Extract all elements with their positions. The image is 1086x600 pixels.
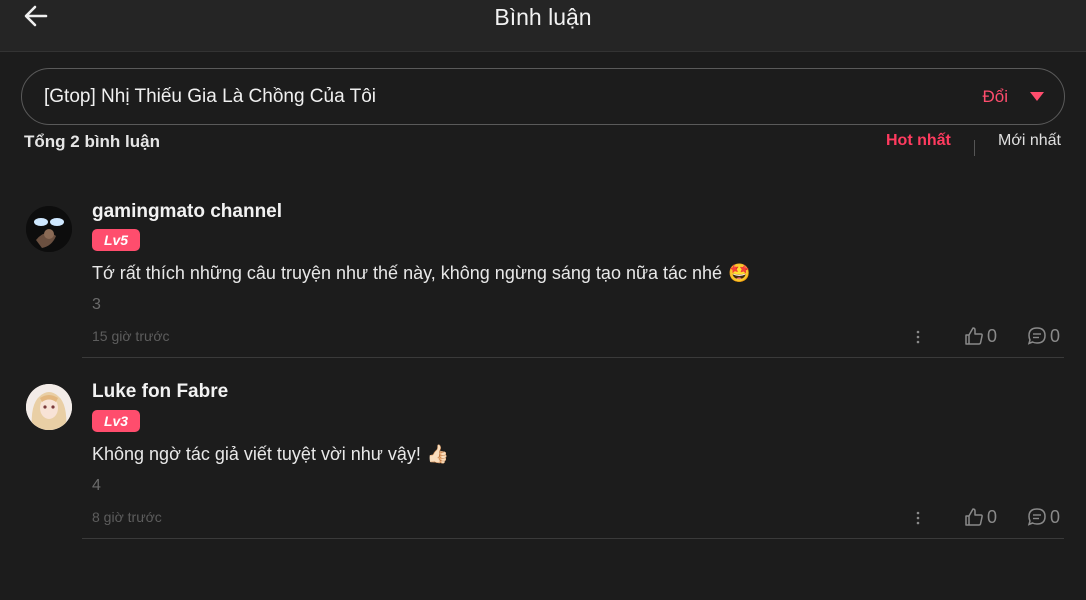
comment-body: Tớ rất thích những câu truyện như thế nà…: [92, 263, 723, 283]
like-count: 0: [987, 325, 998, 346]
like-button[interactable]: 0: [964, 325, 997, 347]
speech-bubble-icon: [1027, 508, 1046, 526]
reply-count: 0: [1050, 506, 1061, 527]
reply-count: 0: [1050, 325, 1061, 346]
comment-extra-value: 4: [92, 477, 101, 494]
reply-button[interactable]: 0: [1027, 325, 1060, 347]
thumbs-up-emoji-icon: 👍🏻: [426, 444, 450, 464]
speech-bubble-icon: [1027, 327, 1046, 345]
more-options-button[interactable]: [910, 508, 926, 528]
more-options-button[interactable]: [910, 327, 926, 347]
sort-new-tab[interactable]: Mới nhất: [998, 132, 1061, 150]
sort-divider: [974, 140, 975, 156]
sort-hot-tab[interactable]: Hot nhất: [886, 132, 951, 150]
top-bar: Bình luận: [0, 0, 1086, 52]
level-badge: Lv3: [92, 410, 140, 432]
thumbs-up-icon: [965, 508, 983, 526]
change-story-button[interactable]: Đổi: [982, 87, 1008, 107]
caret-down-icon[interactable]: [1030, 92, 1044, 101]
page-title: Bình luận: [494, 4, 592, 30]
thumbs-up-icon: [965, 327, 983, 345]
avatar[interactable]: [26, 206, 72, 252]
reply-button[interactable]: 0: [1027, 506, 1060, 528]
comment-text: Tớ rất thích những câu truyện như thế nà…: [92, 263, 751, 284]
comment-username[interactable]: gamingmato channel: [92, 201, 282, 223]
story-selector[interactable]: [Gtop] Nhị Thiếu Gia Là Chồng Của Tôi Đổ…: [21, 68, 1065, 125]
avatar[interactable]: [26, 384, 72, 430]
more-vertical-icon: [916, 511, 920, 525]
star-struck-emoji-icon: 🤩: [728, 263, 751, 283]
comment-timestamp: 8 giờ trước: [92, 509, 162, 525]
comment-timestamp: 15 giờ trước: [92, 328, 170, 344]
like-button[interactable]: 0: [964, 506, 997, 528]
story-title: [Gtop] Nhị Thiếu Gia Là Chồng Của Tôi: [44, 85, 376, 107]
comment-summary-row: Tổng 2 bình luận Hot nhất Mới nhất: [0, 126, 1086, 156]
like-count: 0: [987, 506, 998, 527]
comment-divider: [82, 357, 1064, 358]
comment-extra-value: 3: [92, 296, 101, 313]
comment-username[interactable]: Luke fon Fabre: [92, 381, 228, 403]
total-comments-label: Tổng 2 bình luận: [24, 132, 160, 151]
comment-text: Không ngờ tác giả viết tuyệt vời như vậy…: [92, 444, 449, 465]
more-vertical-icon: [916, 330, 920, 344]
comment-body: Không ngờ tác giả viết tuyệt vời như vậy…: [92, 444, 421, 464]
comment-divider: [82, 538, 1064, 539]
level-badge: Lv5: [92, 229, 140, 251]
